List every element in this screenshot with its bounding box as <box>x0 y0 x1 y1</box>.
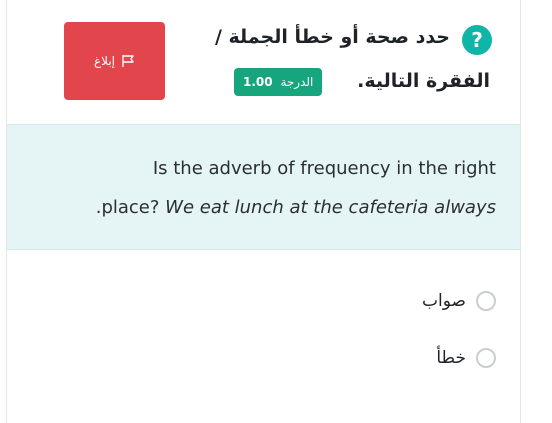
report-label: إبلاغ <box>94 54 115 68</box>
question-card: إبلاغ ? حدد صحة أو خطأ الجملة / الفقرة ا… <box>6 0 521 423</box>
question-circle-icon[interactable]: ? <box>462 25 492 55</box>
question-sentence: We eat lunch at the cafeteria always <box>165 197 496 218</box>
grade-label: الدرجة <box>280 75 314 89</box>
option-true-label: صواب <box>422 291 466 311</box>
question-text-line2: .place? We eat lunch at the cafeteria al… <box>96 197 496 218</box>
option-true[interactable]: صواب <box>422 288 496 314</box>
question-title-line1: حدد صحة أو خطأ الجملة / <box>214 26 450 48</box>
question-text-prefix: .place? <box>95 197 166 218</box>
radio-false[interactable] <box>476 348 496 368</box>
flag-icon <box>121 54 135 68</box>
question-text-line1: Is the adverb of frequency in the right <box>152 158 496 179</box>
radio-true[interactable] <box>476 291 496 311</box>
option-false-label: خطأ <box>436 348 466 368</box>
grade-badge: الدرجة 1.00 <box>234 68 323 96</box>
option-false[interactable]: خطأ <box>436 345 496 371</box>
grade-value: 1.00 <box>243 75 273 89</box>
question-text-box: Is the adverb of frequency in the right … <box>7 124 520 250</box>
question-header: إبلاغ ? حدد صحة أو خطأ الجملة / الفقرة ا… <box>7 0 520 124</box>
report-button[interactable]: إبلاغ <box>64 22 165 100</box>
question-title-line2: الفقرة التالية. <box>357 70 490 92</box>
